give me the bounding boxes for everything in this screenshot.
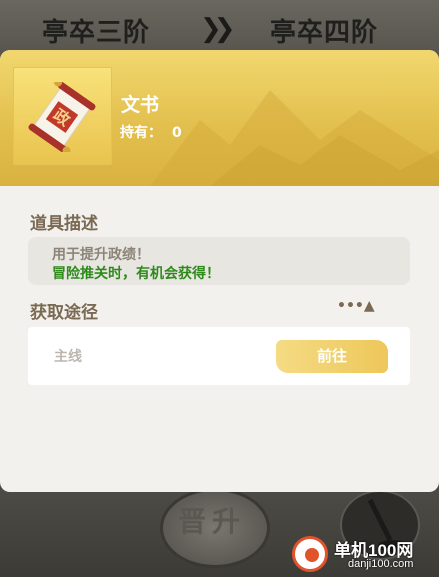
- hold-count: 0: [172, 125, 182, 141]
- item-detail-modal: 政 文书 持有： 0 道具描述 用于提升政绩！ 冒险推关时，有机会获得！ 获取途径…: [0, 50, 439, 492]
- promote-button-label: 晋升: [178, 505, 247, 538]
- item-hold-row: 持有： 0: [120, 122, 182, 142]
- rank-next: 亭卒四阶: [270, 18, 379, 48]
- double-chevron-right-icon: ❯❯: [200, 14, 235, 44]
- description-section-title: 道具描述: [30, 214, 98, 234]
- hold-label: 持有：: [120, 125, 162, 141]
- watermark-logo-icon: [292, 536, 328, 572]
- description-box: 用于提升政绩！ 冒险推关时，有机会获得！: [28, 237, 410, 285]
- item-icon-tile: 政: [13, 67, 112, 165]
- watermark: 单机100网 danji100.com: [290, 532, 439, 577]
- watermark-url: danji100.com: [348, 558, 414, 570]
- item-name: 文书: [121, 94, 160, 116]
- description-line-1: 用于提升政绩！: [52, 247, 150, 263]
- goto-button[interactable]: 前往: [276, 340, 388, 373]
- source-item: 主线 前往: [28, 327, 410, 385]
- modal-header: 政 文书 持有： 0: [0, 50, 439, 186]
- source-item-name: 主线: [54, 349, 82, 365]
- scroll-icon: 政: [26, 78, 98, 155]
- rank-current: 亭卒三阶: [42, 18, 151, 48]
- sources-section-title: 获取途径: [30, 303, 98, 323]
- description-line-2: 冒险推关时，有机会获得！: [52, 266, 220, 282]
- expand-sources-button[interactable]: •••▲: [337, 298, 375, 318]
